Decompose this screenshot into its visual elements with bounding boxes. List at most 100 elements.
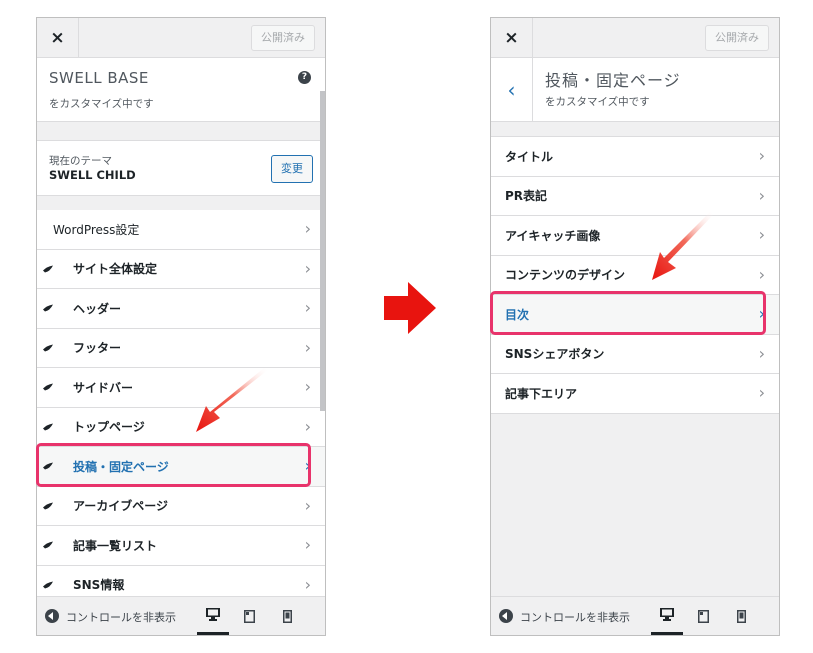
- customizer-panel-main: × 公開済み SWELL BASE をカスタマイズ中です ? 現在のテーマ SW…: [36, 17, 326, 636]
- chevron-right-icon: ›: [304, 258, 311, 278]
- spacer: [37, 196, 325, 210]
- spacer: [491, 122, 779, 136]
- swell-logo-icon: [43, 541, 53, 549]
- tablet-icon: [697, 609, 709, 623]
- tablet-icon: [243, 609, 255, 623]
- help-icon[interactable]: ?: [298, 71, 311, 84]
- swell-logo-icon: [43, 304, 53, 312]
- publish-button[interactable]: 公開済み: [705, 25, 769, 51]
- customize-info: SWELL BASE をカスタマイズ中です ?: [37, 58, 325, 122]
- current-theme: 現在のテーマ SWELL CHILD 変更: [37, 140, 325, 196]
- spacer: [37, 122, 325, 140]
- menu-item-label: タイトル: [505, 149, 554, 164]
- section-header: ‹ 投稿・固定ページ をカスタマイズ中です: [491, 58, 779, 122]
- menu-item-sns-share[interactable]: SNSシェアボタン ›: [491, 334, 779, 374]
- collapse-icon[interactable]: [45, 609, 59, 623]
- highlight-box: [36, 443, 311, 487]
- chevron-right-icon: ›: [758, 383, 765, 403]
- menu-item-pr-label[interactable]: PR表記 ›: [491, 176, 779, 216]
- section-title: 投稿・固定ページ: [545, 71, 681, 90]
- swell-logo-icon: [43, 344, 53, 352]
- customizer-menu: WordPress設定 › サイト全体設定 › ヘッダー › フッター › サイ…: [37, 210, 325, 605]
- menu-item-top-page[interactable]: トップページ ›: [37, 407, 325, 447]
- collapse-sidebar-label[interactable]: コントロールを非表示: [66, 609, 196, 625]
- customizer-header: × 公開済み: [491, 18, 779, 58]
- close-button[interactable]: ×: [37, 18, 79, 57]
- close-icon: ×: [50, 27, 65, 48]
- section-menu: タイトル › PR表記 › アイキャッチ画像 › コンテンツのデザイン › 目次…: [491, 136, 779, 414]
- swell-logo-icon: [43, 383, 53, 391]
- swell-logo-icon: [43, 423, 53, 431]
- chevron-right-icon: ›: [758, 343, 765, 363]
- menu-item-title[interactable]: タイトル ›: [491, 137, 779, 177]
- menu-item-label: 記事下エリア: [505, 386, 578, 401]
- menu-item-post-list[interactable]: 記事一覧リスト ›: [37, 526, 325, 566]
- pointer-arrow-icon: [196, 368, 268, 432]
- desktop-icon: [206, 608, 220, 621]
- menu-item-eyecatch[interactable]: アイキャッチ画像 ›: [491, 216, 779, 256]
- menu-item-label: SNS情報: [73, 578, 125, 593]
- chevron-right-icon: ›: [304, 495, 311, 515]
- chevron-right-icon: ›: [758, 185, 765, 205]
- menu-item-archive-page[interactable]: アーカイブページ ›: [37, 486, 325, 526]
- mobile-icon: [282, 609, 292, 623]
- menu-item-after-article[interactable]: 記事下エリア ›: [491, 374, 779, 414]
- back-chevron-icon: ‹: [507, 77, 516, 102]
- customizing-label: をカスタマイズ中です: [545, 96, 650, 108]
- change-theme-button[interactable]: 変更: [271, 155, 313, 183]
- menu-item-label: ヘッダー: [73, 301, 122, 316]
- collapse-sidebar-label[interactable]: コントロールを非表示: [520, 609, 650, 625]
- preview-mobile-button[interactable]: [271, 597, 303, 635]
- chevron-right-icon: ›: [304, 219, 311, 239]
- preview-mobile-button[interactable]: [725, 597, 757, 635]
- menu-item-wordpress-settings[interactable]: WordPress設定 ›: [37, 210, 325, 250]
- preview-tablet-button[interactable]: [233, 597, 265, 635]
- chevron-right-icon: ›: [304, 377, 311, 397]
- chevron-right-icon: ›: [304, 574, 311, 594]
- customizing-label: をカスタマイズ中です: [49, 98, 154, 110]
- menu-item-content-design[interactable]: コンテンツのデザイン ›: [491, 255, 779, 295]
- chevron-right-icon: ›: [304, 535, 311, 555]
- publish-button[interactable]: 公開済み: [251, 25, 315, 51]
- chevron-right-icon: ›: [758, 225, 765, 245]
- menu-item-site-settings[interactable]: サイト全体設定 ›: [37, 249, 325, 289]
- theme-label: 現在のテーマ: [49, 155, 112, 167]
- menu-item-sidebar[interactable]: サイドバー ›: [37, 368, 325, 408]
- customizer-footer: コントロールを非表示: [491, 596, 779, 635]
- menu-item-label: SNSシェアボタン: [505, 347, 605, 362]
- close-icon: ×: [504, 27, 519, 48]
- menu-item-label: トップページ: [73, 420, 145, 435]
- back-button[interactable]: ‹: [491, 58, 533, 121]
- mobile-icon: [736, 609, 746, 623]
- preview-desktop-button[interactable]: [651, 597, 683, 635]
- preview-tablet-button[interactable]: [687, 597, 719, 635]
- menu-item-label: フッター: [73, 341, 122, 356]
- menu-item-label: 記事一覧リスト: [73, 538, 158, 553]
- swell-logo-icon: [43, 502, 53, 510]
- chevron-right-icon: ›: [758, 146, 765, 166]
- menu-item-label: WordPress設定: [53, 222, 140, 237]
- menu-item-footer[interactable]: フッター ›: [37, 328, 325, 368]
- chevron-right-icon: ›: [304, 416, 311, 436]
- highlight-box: [490, 291, 766, 335]
- collapse-icon[interactable]: [499, 609, 513, 623]
- customizer-header: × 公開済み: [37, 18, 325, 58]
- close-button[interactable]: ×: [491, 18, 533, 57]
- menu-item-label: アイキャッチ画像: [505, 228, 601, 243]
- preview-desktop-button[interactable]: [197, 597, 229, 635]
- swell-logo-icon: [43, 265, 53, 273]
- chevron-right-icon: ›: [304, 298, 311, 318]
- big-right-arrow-icon: [384, 282, 436, 334]
- menu-item-label: サイドバー: [73, 380, 134, 395]
- scrollbar[interactable]: [320, 91, 325, 411]
- menu-item-label: コンテンツのデザイン: [505, 268, 626, 283]
- swell-logo-icon: [43, 581, 53, 589]
- theme-name: SWELL CHILD: [49, 168, 136, 182]
- site-title: SWELL BASE: [49, 69, 149, 87]
- menu-item-header[interactable]: ヘッダー ›: [37, 289, 325, 329]
- desktop-icon: [660, 608, 674, 621]
- menu-item-label: アーカイブページ: [73, 499, 169, 514]
- menu-item-label: PR表記: [505, 189, 548, 204]
- customizer-footer: コントロールを非表示: [37, 596, 325, 635]
- pointer-arrow-icon: [652, 212, 714, 280]
